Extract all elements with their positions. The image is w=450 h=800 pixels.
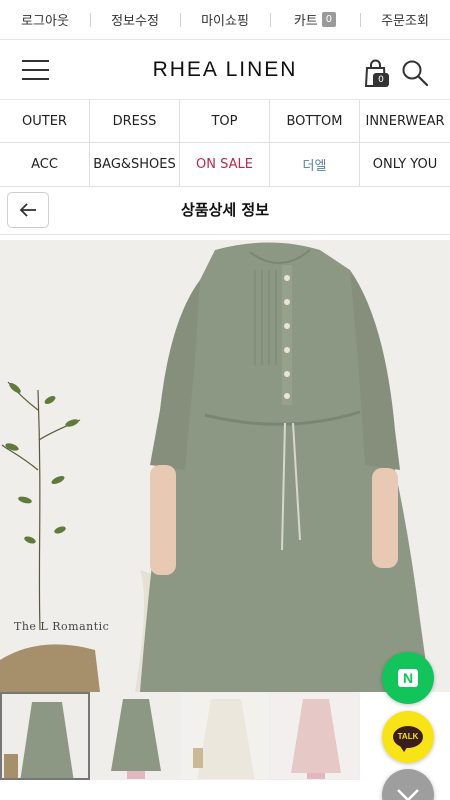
category-only-you[interactable]: ONLY YOU (360, 143, 450, 186)
order-lookup-link[interactable]: 주문조회 (360, 10, 450, 29)
shopping-bag-icon[interactable]: 0 (362, 58, 392, 90)
thumbnail-2[interactable] (90, 692, 180, 780)
category-top[interactable]: TOP (180, 100, 270, 143)
category-innerwear[interactable]: INNERWEAR (360, 100, 450, 143)
search-icon[interactable] (401, 59, 429, 87)
kakao-talk-icon: TALK (393, 726, 423, 752)
logout-link[interactable]: 로그아웃 (0, 10, 90, 29)
category-dress[interactable]: DRESS (90, 100, 180, 143)
category-the-l[interactable]: 더엘 (270, 143, 360, 186)
my-shopping-link[interactable]: 마이쇼핑 (180, 10, 270, 29)
category-grid: OUTER DRESS TOP BOTTOM INNERWEAR ACC BAG… (0, 100, 450, 187)
cart-count-badge: 0 (321, 12, 337, 27)
image-watermark: The L Romantic (14, 620, 110, 633)
cart-label: 카트 (293, 14, 318, 29)
utility-bar: 로그아웃 정보수정 마이쇼핑 카트 0 주문조회 (0, 0, 450, 40)
category-bottom[interactable]: BOTTOM (270, 100, 360, 143)
thumbnail-4[interactable] (270, 692, 360, 780)
cart-link[interactable]: 카트 0 (270, 10, 360, 29)
naver-icon: N (398, 669, 418, 687)
edit-info-label: 정보수정 (111, 14, 159, 29)
category-on-sale[interactable]: ON SALE (180, 143, 270, 186)
order-lookup-label: 주문조회 (381, 14, 429, 29)
chevron-down-icon (397, 789, 419, 800)
category-acc[interactable]: ACC (0, 143, 90, 186)
bag-count-badge: 0 (373, 73, 389, 87)
my-shopping-label: 마이쇼핑 (201, 14, 249, 29)
page-title: 상품상세 정보 (180, 201, 270, 219)
thumbnail-1[interactable] (0, 692, 90, 780)
logout-label: 로그아웃 (21, 14, 69, 29)
edit-info-link[interactable]: 정보수정 (90, 10, 180, 29)
thumbnail-3[interactable] (180, 692, 270, 780)
category-bag-shoes[interactable]: BAG&SHOES (90, 143, 180, 186)
kakao-talk-button[interactable]: TALK (382, 711, 434, 763)
naver-talk-button[interactable]: N (382, 652, 434, 704)
category-outer[interactable]: OUTER (0, 100, 90, 143)
page-title-bar: 상품상세 정보 (0, 187, 450, 235)
